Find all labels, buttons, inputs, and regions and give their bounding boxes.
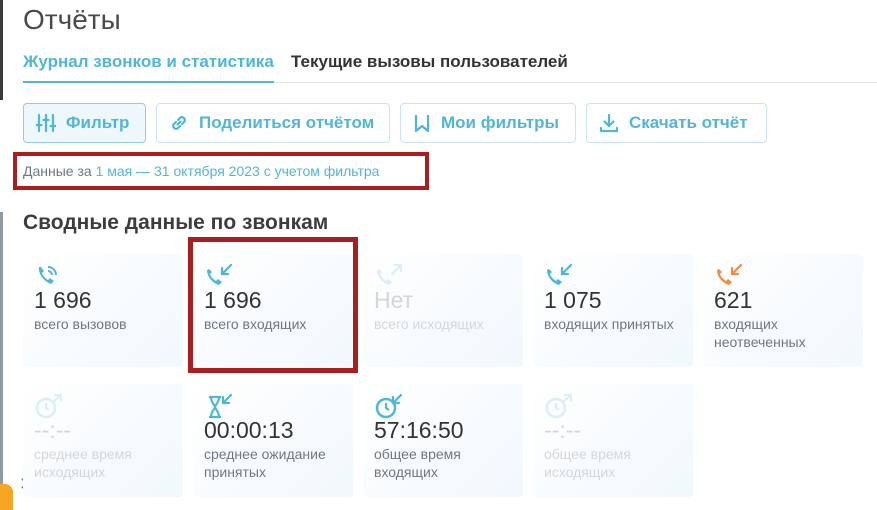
share-report-label: Поделиться отчётом xyxy=(199,113,375,132)
left-edge-bar-lower xyxy=(0,212,3,510)
stat-value: --:-- xyxy=(544,417,582,443)
stat-label: всего вызовов xyxy=(34,316,127,332)
tabs-bar: Журнал звонков и статистика Текущие вызо… xyxy=(23,52,877,83)
section-title: Сводные данные по звонкам xyxy=(23,211,329,234)
page-title: Отчёты xyxy=(23,4,121,35)
tab-call-log[interactable]: Журнал звонков и статистика xyxy=(23,52,274,83)
stat-card-total-incoming-time: 57:16:50 общее время входящих xyxy=(363,384,523,497)
period-range-link[interactable]: 1 мая — 31 октября 2023 с учетом фильтра xyxy=(96,163,380,179)
card-highlight-box xyxy=(188,237,358,373)
stat-label: общее время исходящих xyxy=(544,446,631,480)
stat-value: 00:00:13 xyxy=(204,417,294,443)
period-prefix: Данные за xyxy=(23,163,92,179)
stat-card-total-outgoing-time: --:-- общее время исходящих xyxy=(533,384,693,497)
incoming-missed-icon xyxy=(717,264,743,285)
bookmark-icon xyxy=(414,115,430,133)
stat-value: 1 075 xyxy=(544,287,602,313)
sliders-icon xyxy=(36,113,56,133)
download-report-label: Скачать отчёт xyxy=(629,113,748,132)
incoming-accepted-icon xyxy=(547,264,573,285)
stat-card-total-calls: 1 696 всего вызовов xyxy=(23,254,183,367)
left-edge-bar xyxy=(0,0,3,100)
stat-value: 621 xyxy=(714,287,753,313)
stat-card-incoming-missed: 621 входящих неотвеченных xyxy=(703,254,863,367)
stat-card-incoming-accepted: 1 075 входящих принятых xyxy=(533,254,693,367)
stat-value: Нет xyxy=(374,287,414,313)
link-icon xyxy=(172,116,186,130)
my-filters-button[interactable]: Мои фильтры xyxy=(400,103,576,143)
stat-label: среднее время исходящих xyxy=(34,446,132,480)
tab-current-calls[interactable]: Текущие вызовы пользователей xyxy=(291,52,568,83)
stat-label: входящих принятых xyxy=(544,316,674,332)
stat-card-total-outgoing: Нет всего исходящих xyxy=(363,254,523,367)
my-filters-label: Мои фильтры xyxy=(441,113,560,132)
share-report-button[interactable]: Поделиться отчётом xyxy=(156,103,390,143)
stat-label: общее время входящих xyxy=(374,446,461,480)
stat-card-avg-wait-accepted: 00:00:13 среднее ожидание принятых xyxy=(193,384,353,497)
phone-calls-icon xyxy=(38,266,57,284)
filter-button[interactable]: Фильтр xyxy=(23,103,146,143)
stat-label: всего исходящих xyxy=(374,316,484,332)
stat-label: входящих неотвеченных xyxy=(714,316,806,350)
stat-label: среднее ожидание принятых xyxy=(204,446,326,480)
stat-value: 1 696 xyxy=(34,287,92,313)
stat-card-avg-outgoing-time: --:-- среднее время исходящих xyxy=(23,384,183,497)
outgoing-call-icon xyxy=(377,264,403,285)
stat-value: 57:16:50 xyxy=(374,417,464,443)
period-text: Данные за 1 мая — 31 октября 2023 с учет… xyxy=(23,163,379,179)
download-icon xyxy=(599,113,619,133)
stat-value: --:-- xyxy=(34,417,72,443)
download-report-button[interactable]: Скачать отчёт xyxy=(586,103,767,143)
filter-label: Фильтр xyxy=(66,113,130,132)
side-widget-tab[interactable] xyxy=(0,484,13,510)
